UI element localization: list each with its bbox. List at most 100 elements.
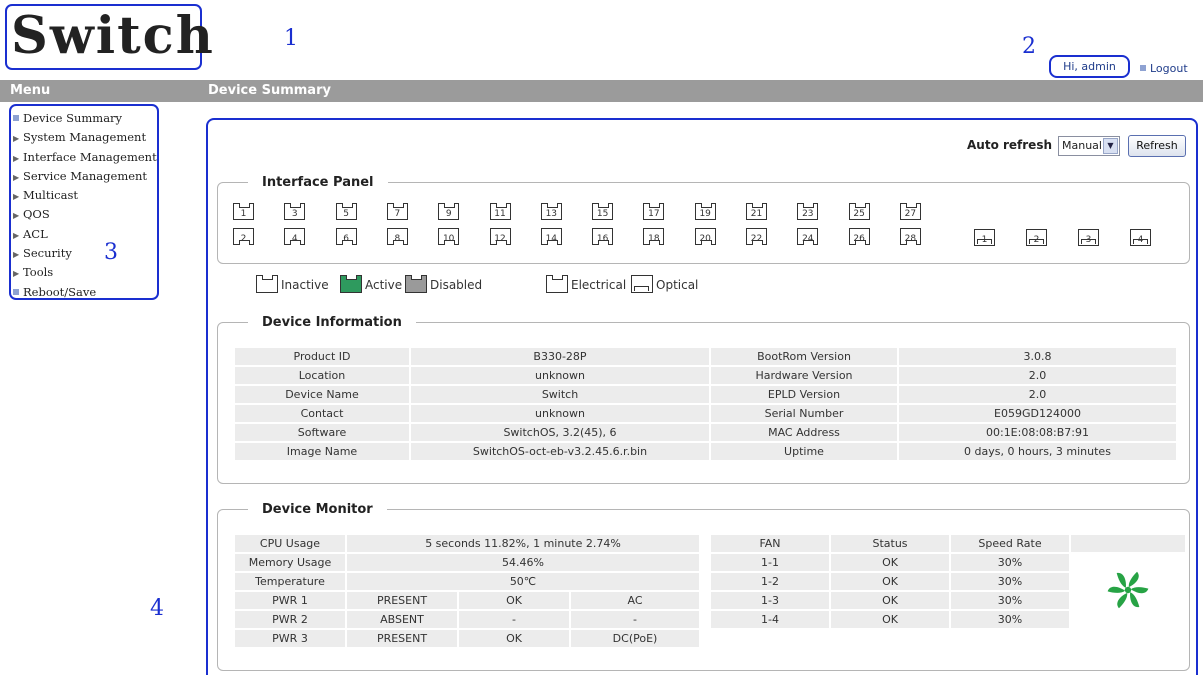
info-label: MAC Address [711, 424, 897, 441]
port-icon[interactable]: 9 [438, 203, 460, 220]
info-value: E059GD124000 [899, 405, 1176, 422]
info-label: Device Name [235, 386, 409, 403]
fan-id: 1-3 [711, 592, 829, 609]
table-row: Image Name SwitchOS-oct-eb-v3.2.45.6.r.bi… [235, 443, 1176, 460]
auto-refresh-select[interactable]: Manual ▼ [1058, 136, 1120, 156]
port-icon[interactable]: 20 [694, 228, 716, 245]
port-icon[interactable]: 28 [899, 228, 921, 245]
main-content: Auto refresh Manual ▼ Refresh Interface … [206, 118, 1198, 675]
port-icon[interactable]: 1 [233, 203, 254, 220]
info-label: EPLD Version [711, 386, 897, 403]
power-supply-label: PWR 3 [235, 630, 345, 647]
port-icon[interactable]: 12 [489, 228, 511, 245]
info-label: Product ID [235, 348, 409, 365]
port-icon[interactable]: 14 [540, 228, 562, 245]
interface-panel: Interface Panel 1 3 5 7 9 11 13 15 17 19 21 23 25 27 2… [217, 175, 1190, 264]
cpu-usage-value: 5 seconds 11.82%, 1 minute 2.74% [347, 535, 699, 552]
port-icon[interactable]: 25 [848, 203, 870, 220]
info-label: Contact [235, 405, 409, 422]
sidebar-item-service-management[interactable]: ▶ Service Management [13, 167, 157, 186]
port-icon[interactable]: 4 [284, 228, 306, 245]
chevron-down-icon[interactable]: ▼ [1103, 138, 1118, 154]
fan-id: 1-1 [711, 554, 829, 571]
legend-optical: Optical [631, 275, 698, 293]
refresh-button[interactable]: Refresh [1128, 135, 1186, 157]
fan-header: FAN [711, 535, 829, 552]
sidebar-item-tools[interactable]: ▶ Tools [13, 263, 157, 282]
sidebar-item-interface-management[interactable]: ▶ Interface Management [13, 148, 157, 167]
port-icon[interactable]: 6 [335, 228, 357, 245]
port-icon[interactable]: 22 [746, 228, 767, 245]
port-number: 3 [291, 209, 298, 219]
port-icon[interactable]: 19 [694, 203, 716, 220]
page-title: Device Summary [208, 83, 331, 98]
port-number: 26 [853, 234, 865, 244]
port-icon[interactable]: 3 [284, 203, 306, 220]
port-icon[interactable]: 16 [592, 228, 614, 245]
table-row: CPU Usage 5 seconds 11.82%, 1 minute 2.7… [235, 535, 699, 552]
port-icon[interactable]: 18 [643, 228, 665, 245]
port-icon[interactable]: 2 [233, 228, 254, 245]
port-number: 22 [750, 234, 763, 244]
table-row: 1-1 OK 30% [711, 554, 1185, 628]
sidebar-item-acl[interactable]: ▶ ACL [13, 225, 157, 244]
table-row: PWR 1 PRESENT OK AC [235, 592, 699, 609]
port-icon[interactable]: 10 [438, 228, 460, 245]
sidebar-item-device-summary[interactable]: Device Summary [13, 109, 157, 128]
port-icon[interactable]: 17 [643, 203, 665, 220]
sidebar-item-qos[interactable]: ▶ QOS [13, 205, 157, 224]
power-supply-status: - [459, 611, 569, 628]
optical-port-icon [631, 275, 653, 293]
power-supply-type: - [571, 611, 699, 628]
table-row: Contact unknown Serial Number E059GD124000 [235, 405, 1176, 422]
port-icon[interactable]: 4 [1130, 229, 1151, 246]
sidebar-item-label: System Management [23, 130, 147, 145]
auto-refresh-value: Manual [1062, 139, 1102, 152]
port-icon[interactable]: 13 [540, 203, 562, 220]
port-icon[interactable]: 15 [592, 203, 614, 220]
info-value: B330-28P [411, 348, 709, 365]
info-value: 0 days, 0 hours, 3 minutes [899, 443, 1176, 460]
square-bullet-icon [1140, 65, 1146, 71]
user-greeting[interactable]: Hi, admin [1049, 55, 1130, 78]
port-icon[interactable]: 2 [1026, 229, 1047, 246]
menu-title: Menu [10, 83, 51, 98]
sidebar-item-label: QOS [23, 207, 50, 222]
sidebar-item-reboot-save[interactable]: Reboot/Save [13, 283, 157, 302]
port-icon[interactable]: 27 [899, 203, 921, 220]
sidebar-item-label: Multicast [23, 188, 78, 203]
port-icon[interactable]: 21 [746, 203, 767, 220]
arrow-right-icon: ▶ [13, 153, 20, 163]
title-bar: Menu Device Summary [0, 80, 1203, 102]
power-supply-type: AC [571, 592, 699, 609]
port-icon[interactable]: 11 [489, 203, 511, 220]
sidebar-item-security[interactable]: ▶ Security [13, 244, 157, 263]
port-icon[interactable]: 23 [797, 203, 819, 220]
port-icon[interactable]: 7 [386, 203, 408, 220]
logout-link[interactable]: Logout [1140, 62, 1188, 75]
power-supply-presence: PRESENT [347, 630, 457, 647]
table-row: Device Name Switch EPLD Version 2.0 [235, 386, 1176, 403]
sidebar-item-system-management[interactable]: ▶ System Management [13, 128, 157, 147]
port-icon[interactable]: 26 [848, 228, 870, 245]
info-label: Location [235, 367, 409, 384]
port-icon[interactable]: 3 [1078, 229, 1099, 246]
temperature-label: Temperature [235, 573, 345, 590]
sidebar-item-multicast[interactable]: ▶ Multicast [13, 186, 157, 205]
legend-electrical: Electrical [546, 275, 626, 293]
info-label: Hardware Version [711, 367, 897, 384]
port-number: 20 [699, 234, 711, 244]
memory-usage-label: Memory Usage [235, 554, 345, 571]
port-icon[interactable]: 24 [797, 228, 819, 245]
power-supply-status: OK [459, 630, 569, 647]
port-number: 28 [904, 234, 917, 244]
port-number: 2 [240, 234, 247, 244]
legend-active-label: Active [365, 278, 403, 292]
table-row: PWR 3 PRESENT OK DC(PoE) [235, 630, 699, 647]
port-icon[interactable]: 5 [335, 203, 357, 220]
port-number: 16 [596, 234, 609, 244]
power-supply-type: DC(PoE) [571, 630, 699, 647]
table-row: FAN Status Speed Rate [711, 535, 1185, 552]
port-icon[interactable]: 1 [974, 229, 995, 246]
port-icon[interactable]: 8 [386, 228, 408, 245]
